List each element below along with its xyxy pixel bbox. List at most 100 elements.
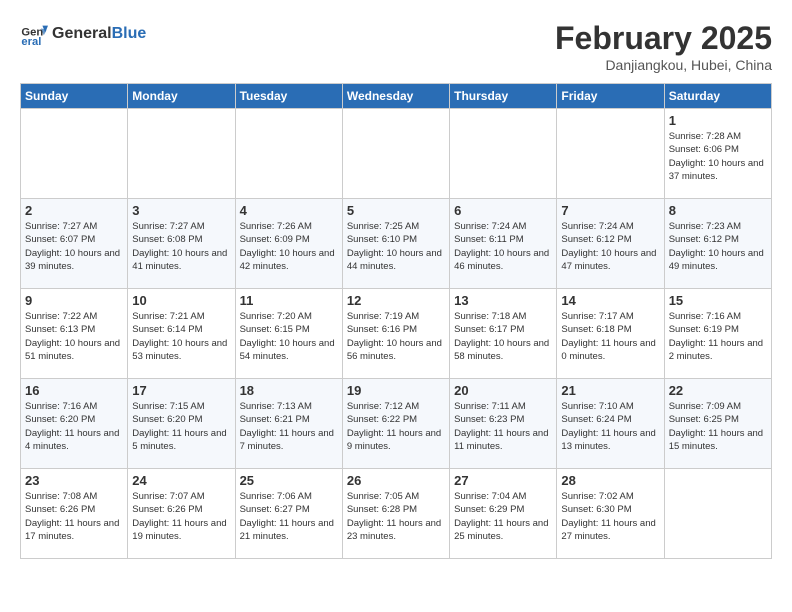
day-number: 17	[132, 383, 230, 398]
day-cell: 9 Sunrise: 7:22 AM Sunset: 6:13 PM Daylig…	[21, 289, 128, 379]
day-cell	[21, 109, 128, 199]
day-info: Sunrise: 7:27 AM Sunset: 6:07 PM Dayligh…	[25, 220, 123, 273]
day-cell: 14 Sunrise: 7:17 AM Sunset: 6:18 PM Dayli…	[557, 289, 664, 379]
day-number: 16	[25, 383, 123, 398]
location: Danjiangkou, Hubei, China	[555, 57, 772, 73]
day-info: Sunrise: 7:20 AM Sunset: 6:15 PM Dayligh…	[240, 310, 338, 363]
day-number: 27	[454, 473, 552, 488]
week-row-5: 23 Sunrise: 7:08 AM Sunset: 6:26 PM Dayli…	[21, 469, 772, 559]
day-number: 15	[669, 293, 767, 308]
day-cell: 3 Sunrise: 7:27 AM Sunset: 6:08 PM Daylig…	[128, 199, 235, 289]
day-cell: 7 Sunrise: 7:24 AM Sunset: 6:12 PM Daylig…	[557, 199, 664, 289]
day-number: 19	[347, 383, 445, 398]
day-info: Sunrise: 7:21 AM Sunset: 6:14 PM Dayligh…	[132, 310, 230, 363]
week-row-2: 2 Sunrise: 7:27 AM Sunset: 6:07 PM Daylig…	[21, 199, 772, 289]
day-number: 21	[561, 383, 659, 398]
day-cell	[128, 109, 235, 199]
day-header-monday: Monday	[128, 84, 235, 109]
day-cell: 21 Sunrise: 7:10 AM Sunset: 6:24 PM Dayli…	[557, 379, 664, 469]
page-header: Gen eral GeneralBlue February 2025 Danji…	[20, 20, 772, 73]
day-header-tuesday: Tuesday	[235, 84, 342, 109]
day-number: 4	[240, 203, 338, 218]
day-number: 5	[347, 203, 445, 218]
logo-line1: General	[52, 25, 112, 42]
day-number: 1	[669, 113, 767, 128]
day-cell	[557, 109, 664, 199]
day-cell: 22 Sunrise: 7:09 AM Sunset: 6:25 PM Dayli…	[664, 379, 771, 469]
day-number: 2	[25, 203, 123, 218]
day-number: 28	[561, 473, 659, 488]
day-number: 6	[454, 203, 552, 218]
day-info: Sunrise: 7:15 AM Sunset: 6:20 PM Dayligh…	[132, 400, 230, 453]
day-cell: 15 Sunrise: 7:16 AM Sunset: 6:19 PM Dayli…	[664, 289, 771, 379]
day-cell: 19Sunrise: 7:12 AM Sunset: 6:22 PM Dayli…	[342, 379, 449, 469]
day-cell: 24 Sunrise: 7:07 AM Sunset: 6:26 PM Dayli…	[128, 469, 235, 559]
day-info: Sunrise: 7:28 AM Sunset: 6:06 PM Dayligh…	[669, 130, 767, 183]
day-info: Sunrise: 7:08 AM Sunset: 6:26 PM Dayligh…	[25, 490, 123, 543]
day-header-wednesday: Wednesday	[342, 84, 449, 109]
day-cell: 8 Sunrise: 7:23 AM Sunset: 6:12 PM Daylig…	[664, 199, 771, 289]
day-cell: 17 Sunrise: 7:15 AM Sunset: 6:20 PM Dayli…	[128, 379, 235, 469]
day-info: Sunrise: 7:26 AM Sunset: 6:09 PM Dayligh…	[240, 220, 338, 273]
day-number: 26	[347, 473, 445, 488]
week-row-3: 9 Sunrise: 7:22 AM Sunset: 6:13 PM Daylig…	[21, 289, 772, 379]
day-cell: 26 Sunrise: 7:05 AM Sunset: 6:28 PM Dayli…	[342, 469, 449, 559]
day-info: Sunrise: 7:05 AM Sunset: 6:28 PM Dayligh…	[347, 490, 445, 543]
logo-icon: Gen eral	[20, 20, 48, 48]
day-info: Sunrise: 7:27 AM Sunset: 6:08 PM Dayligh…	[132, 220, 230, 273]
day-info: Sunrise: 7:22 AM Sunset: 6:13 PM Dayligh…	[25, 310, 123, 363]
day-number: 25	[240, 473, 338, 488]
day-info: Sunrise: 7:09 AM Sunset: 6:25 PM Dayligh…	[669, 400, 767, 453]
day-number: 14	[561, 293, 659, 308]
day-info: Sunrise: 7:11 AM Sunset: 6:23 PM Dayligh…	[454, 400, 552, 453]
day-number: 18	[240, 383, 338, 398]
day-cell: 23 Sunrise: 7:08 AM Sunset: 6:26 PM Dayli…	[21, 469, 128, 559]
day-info: Sunrise: 7:18 AM Sunset: 6:17 PM Dayligh…	[454, 310, 552, 363]
day-info: Sunrise: 7:24 AM Sunset: 6:11 PM Dayligh…	[454, 220, 552, 273]
day-number: 20	[454, 383, 552, 398]
day-info: Sunrise: 7:07 AM Sunset: 6:26 PM Dayligh…	[132, 490, 230, 543]
day-number: 10	[132, 293, 230, 308]
day-number: 7	[561, 203, 659, 218]
day-info: Sunrise: 7:23 AM Sunset: 6:12 PM Dayligh…	[669, 220, 767, 273]
day-info: Sunrise: 7:16 AM Sunset: 6:20 PM Dayligh…	[25, 400, 123, 453]
day-info: Sunrise: 7:24 AM Sunset: 6:12 PM Dayligh…	[561, 220, 659, 273]
day-number: 23	[25, 473, 123, 488]
day-cell	[235, 109, 342, 199]
week-row-4: 16 Sunrise: 7:16 AM Sunset: 6:20 PM Dayli…	[21, 379, 772, 469]
day-cell: 4 Sunrise: 7:26 AM Sunset: 6:09 PM Daylig…	[235, 199, 342, 289]
day-number: 3	[132, 203, 230, 218]
day-cell: 5 Sunrise: 7:25 AM Sunset: 6:10 PM Daylig…	[342, 199, 449, 289]
day-cell	[342, 109, 449, 199]
day-number: 11	[240, 293, 338, 308]
day-number: 13	[454, 293, 552, 308]
day-info: Sunrise: 7:06 AM Sunset: 6:27 PM Dayligh…	[240, 490, 338, 543]
day-info: Sunrise: 7:16 AM Sunset: 6:19 PM Dayligh…	[669, 310, 767, 363]
day-cell: 27 Sunrise: 7:04 AM Sunset: 6:29 PM Dayli…	[450, 469, 557, 559]
day-header-saturday: Saturday	[664, 84, 771, 109]
day-info: Sunrise: 7:13 AM Sunset: 6:21 PM Dayligh…	[240, 400, 338, 453]
day-info: Sunrise: 7:25 AM Sunset: 6:10 PM Dayligh…	[347, 220, 445, 273]
day-info: Sunrise: 7:17 AM Sunset: 6:18 PM Dayligh…	[561, 310, 659, 363]
day-header-thursday: Thursday	[450, 84, 557, 109]
title-block: February 2025 Danjiangkou, Hubei, China	[555, 20, 772, 73]
month-year: February 2025	[555, 20, 772, 57]
day-cell: 1 Sunrise: 7:28 AM Sunset: 6:06 PM Daylig…	[664, 109, 771, 199]
day-header-sunday: Sunday	[21, 84, 128, 109]
day-cell	[664, 469, 771, 559]
day-cell: 20 Sunrise: 7:11 AM Sunset: 6:23 PM Dayli…	[450, 379, 557, 469]
day-info: Sunrise: 7:10 AM Sunset: 6:24 PM Dayligh…	[561, 400, 659, 453]
day-cell: 16 Sunrise: 7:16 AM Sunset: 6:20 PM Dayli…	[21, 379, 128, 469]
day-number: 24	[132, 473, 230, 488]
day-number: 9	[25, 293, 123, 308]
day-number: 8	[669, 203, 767, 218]
day-cell: 6 Sunrise: 7:24 AM Sunset: 6:11 PM Daylig…	[450, 199, 557, 289]
day-info: Sunrise: 7:02 AM Sunset: 6:30 PM Dayligh…	[561, 490, 659, 543]
calendar-header-row: SundayMondayTuesdayWednesdayThursdayFrid…	[21, 84, 772, 109]
day-number: 22	[669, 383, 767, 398]
day-cell: 28 Sunrise: 7:02 AM Sunset: 6:30 PM Dayli…	[557, 469, 664, 559]
day-cell: 12Sunrise: 7:19 AM Sunset: 6:16 PM Dayli…	[342, 289, 449, 379]
day-info: Sunrise: 7:04 AM Sunset: 6:29 PM Dayligh…	[454, 490, 552, 543]
day-cell: 25 Sunrise: 7:06 AM Sunset: 6:27 PM Dayli…	[235, 469, 342, 559]
day-info: Sunrise: 7:19 AM Sunset: 6:16 PM Dayligh…	[347, 310, 445, 363]
